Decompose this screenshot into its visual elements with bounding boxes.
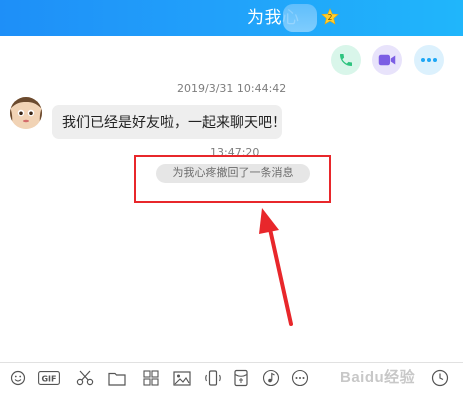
image-grid-button[interactable] [141,368,161,388]
clock-icon [431,369,449,387]
gif-button[interactable]: GIF [38,368,60,388]
annotation-arrow-icon [259,208,293,326]
image-grid-icon [143,370,159,386]
red-packet-button[interactable] [231,368,251,388]
gif-icon: GIF [38,371,60,385]
emoji-icon [10,370,26,386]
folder-icon [108,372,126,386]
more-circle-icon [291,369,309,387]
file-button[interactable] [107,368,127,388]
emoji-button[interactable] [8,368,28,388]
shake-button[interactable] [203,368,223,388]
music-button[interactable] [261,368,281,388]
music-note-icon [262,369,280,387]
screenshot-button[interactable] [75,368,95,388]
picture-button[interactable] [172,368,192,388]
history-button[interactable] [430,368,450,388]
red-packet-icon [234,369,248,387]
baidu-watermark: Baidu经验 [340,369,416,386]
phone-shake-icon [205,370,221,386]
input-area[interactable] [0,394,463,413]
more-tools-button[interactable] [290,368,310,388]
scissors-icon [76,370,94,386]
picture-icon [173,370,191,386]
gif-label: GIF [41,374,56,383]
